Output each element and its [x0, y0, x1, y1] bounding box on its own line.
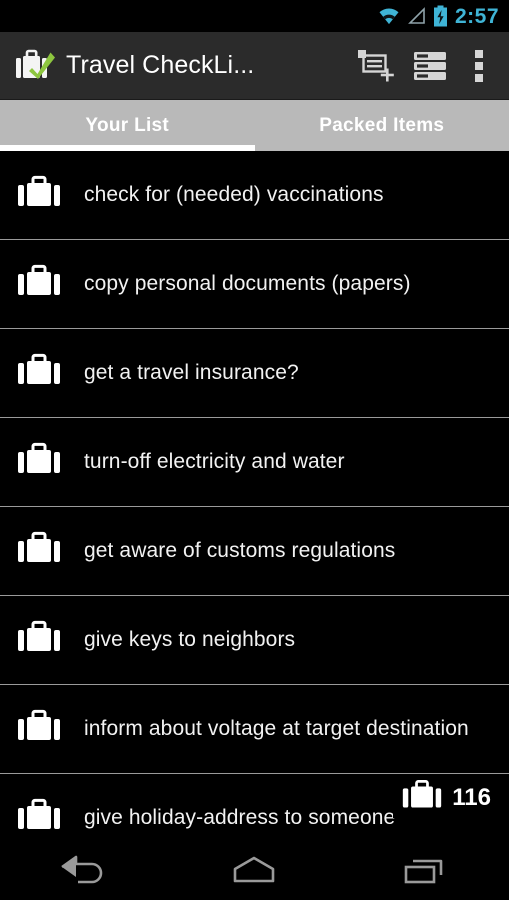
- list-item[interactable]: get aware of customs regulations: [0, 507, 509, 596]
- list-item[interactable]: get a travel insurance?: [0, 329, 509, 418]
- suitcase-icon: [16, 531, 62, 571]
- tab-packed-items[interactable]: Packed Items: [255, 100, 509, 151]
- list-sort-icon[interactable]: [403, 38, 457, 94]
- packed-count-value: 116: [452, 783, 491, 811]
- suitcase-icon: [16, 175, 62, 215]
- back-button[interactable]: [37, 846, 133, 894]
- list-item-label: get aware of customs regulations: [84, 539, 396, 562]
- new-item-icon[interactable]: [349, 38, 403, 94]
- list-item-label: copy personal documents (papers): [84, 272, 411, 295]
- overflow-menu-icon[interactable]: [457, 38, 501, 94]
- list-item-label: check for (needed) vaccinations: [84, 183, 384, 206]
- suitcase-icon: [401, 779, 443, 816]
- battery-charging-icon: [433, 5, 448, 27]
- tab-your-list[interactable]: Your List: [0, 100, 255, 151]
- suitcase-check-logo-icon[interactable]: [12, 46, 56, 86]
- tab-packed-items-label: Packed Items: [319, 114, 445, 136]
- tab-bar: Your List Packed Items: [0, 100, 509, 151]
- suitcase-icon: [16, 709, 62, 749]
- suitcase-icon: [16, 264, 62, 304]
- list-item-label: turn-off electricity and water: [84, 450, 345, 473]
- system-navigation-bar: [0, 840, 509, 900]
- list-item-label: give holiday-address to someone: [84, 806, 396, 829]
- app-screen: 2:57 Travel CheckLi... Your List Packed …: [0, 0, 509, 900]
- checklist[interactable]: check for (needed) vaccinations copy per…: [0, 151, 509, 840]
- list-item-label: get a travel insurance?: [84, 361, 299, 384]
- list-item[interactable]: inform about voltage at target destinati…: [0, 685, 509, 774]
- tab-your-list-label: Your List: [85, 114, 170, 136]
- packed-count-badge: 116: [393, 777, 495, 818]
- status-bar: 2:57: [0, 0, 509, 32]
- status-bar-clock: 2:57: [454, 4, 499, 28]
- page-title: Travel CheckLi...: [66, 51, 255, 79]
- list-item-label: inform about voltage at target destinati…: [84, 717, 469, 740]
- suitcase-icon: [16, 798, 62, 838]
- list-item[interactable]: give keys to neighbors: [0, 596, 509, 685]
- list-item[interactable]: copy personal documents (papers): [0, 240, 509, 329]
- home-button[interactable]: [206, 846, 302, 894]
- list-item[interactable]: turn-off electricity and water: [0, 418, 509, 507]
- suitcase-icon: [16, 442, 62, 482]
- list-item[interactable]: check for (needed) vaccinations: [0, 151, 509, 240]
- recents-button[interactable]: [376, 846, 472, 894]
- status-bar-icons: [377, 5, 448, 27]
- suitcase-icon: [16, 353, 62, 393]
- list-item-label: give keys to neighbors: [84, 628, 296, 651]
- suitcase-icon: [16, 620, 62, 660]
- action-bar: Travel CheckLi...: [0, 32, 509, 100]
- wifi-icon: [377, 6, 401, 26]
- signal-icon: [407, 6, 427, 26]
